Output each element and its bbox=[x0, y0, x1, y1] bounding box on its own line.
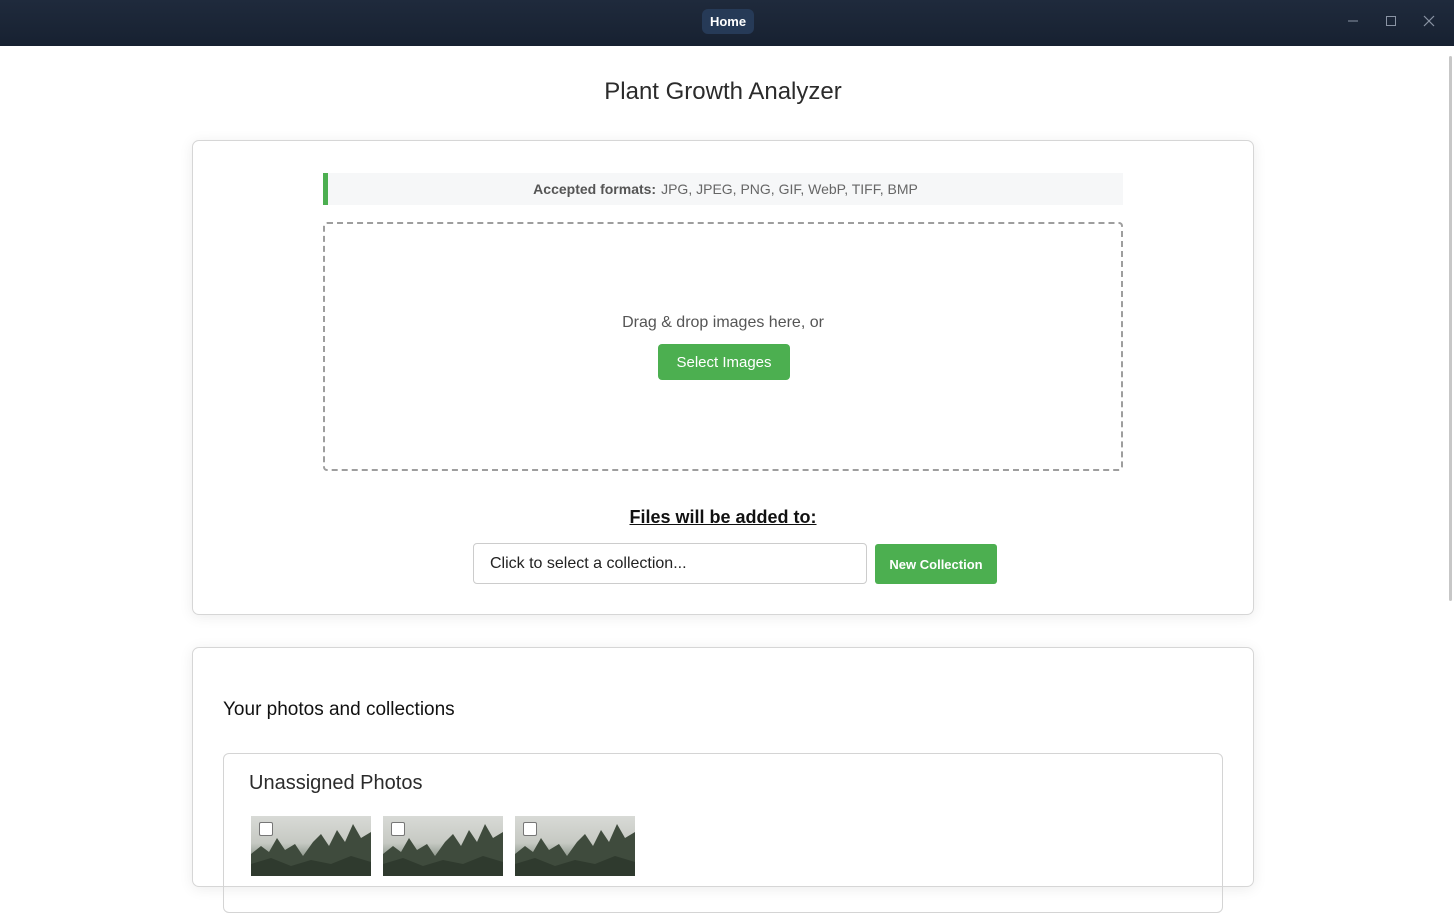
maximize-button[interactable] bbox=[1378, 10, 1404, 32]
upload-card: Accepted formats: JPG, JPEG, PNG, GIF, W… bbox=[192, 140, 1254, 615]
new-collection-button[interactable]: New Collection bbox=[875, 544, 997, 584]
unassigned-photos-section: Unassigned Photos bbox=[223, 753, 1223, 913]
photo-thumbnail[interactable] bbox=[515, 816, 635, 876]
collection-select[interactable]: Click to select a collection... bbox=[473, 543, 867, 584]
files-added-to-label: Files will be added to: bbox=[629, 507, 817, 527]
accepted-formats-value: JPG, JPEG, PNG, GIF, WebP, TIFF, BMP bbox=[661, 181, 918, 197]
page-title: Plant Growth Analyzer bbox=[604, 78, 842, 105]
select-images-button[interactable]: Select Images bbox=[658, 344, 790, 380]
dropzone-text: Drag & drop images here, or bbox=[622, 314, 824, 331]
home-tab[interactable]: Home bbox=[702, 9, 754, 34]
photo-thumbnail[interactable] bbox=[251, 816, 371, 876]
photo-checkbox[interactable] bbox=[523, 822, 537, 836]
minimize-button[interactable] bbox=[1340, 10, 1366, 32]
scrollbar-thumb[interactable] bbox=[1449, 56, 1452, 601]
maximize-icon bbox=[1386, 16, 1396, 26]
dropzone[interactable]: Drag & drop images here, or Select Image… bbox=[323, 222, 1123, 471]
minimize-icon bbox=[1348, 20, 1358, 22]
photo-checkbox[interactable] bbox=[391, 822, 405, 836]
accepted-formats-banner: Accepted formats: JPG, JPEG, PNG, GIF, W… bbox=[323, 173, 1123, 205]
photo-checkbox[interactable] bbox=[259, 822, 273, 836]
scrollbar[interactable] bbox=[1446, 46, 1454, 855]
photo-thumbnail[interactable] bbox=[383, 816, 503, 876]
close-icon bbox=[1423, 15, 1435, 27]
photos-heading: Your photos and collections bbox=[223, 699, 455, 720]
close-button[interactable] bbox=[1416, 10, 1442, 32]
unassigned-photos-title: Unassigned Photos bbox=[249, 772, 423, 794]
photos-card: Your photos and collections Unassigned P… bbox=[192, 647, 1254, 913]
title-bar: Home bbox=[0, 0, 1454, 46]
accepted-formats-label: Accepted formats: bbox=[533, 181, 657, 197]
